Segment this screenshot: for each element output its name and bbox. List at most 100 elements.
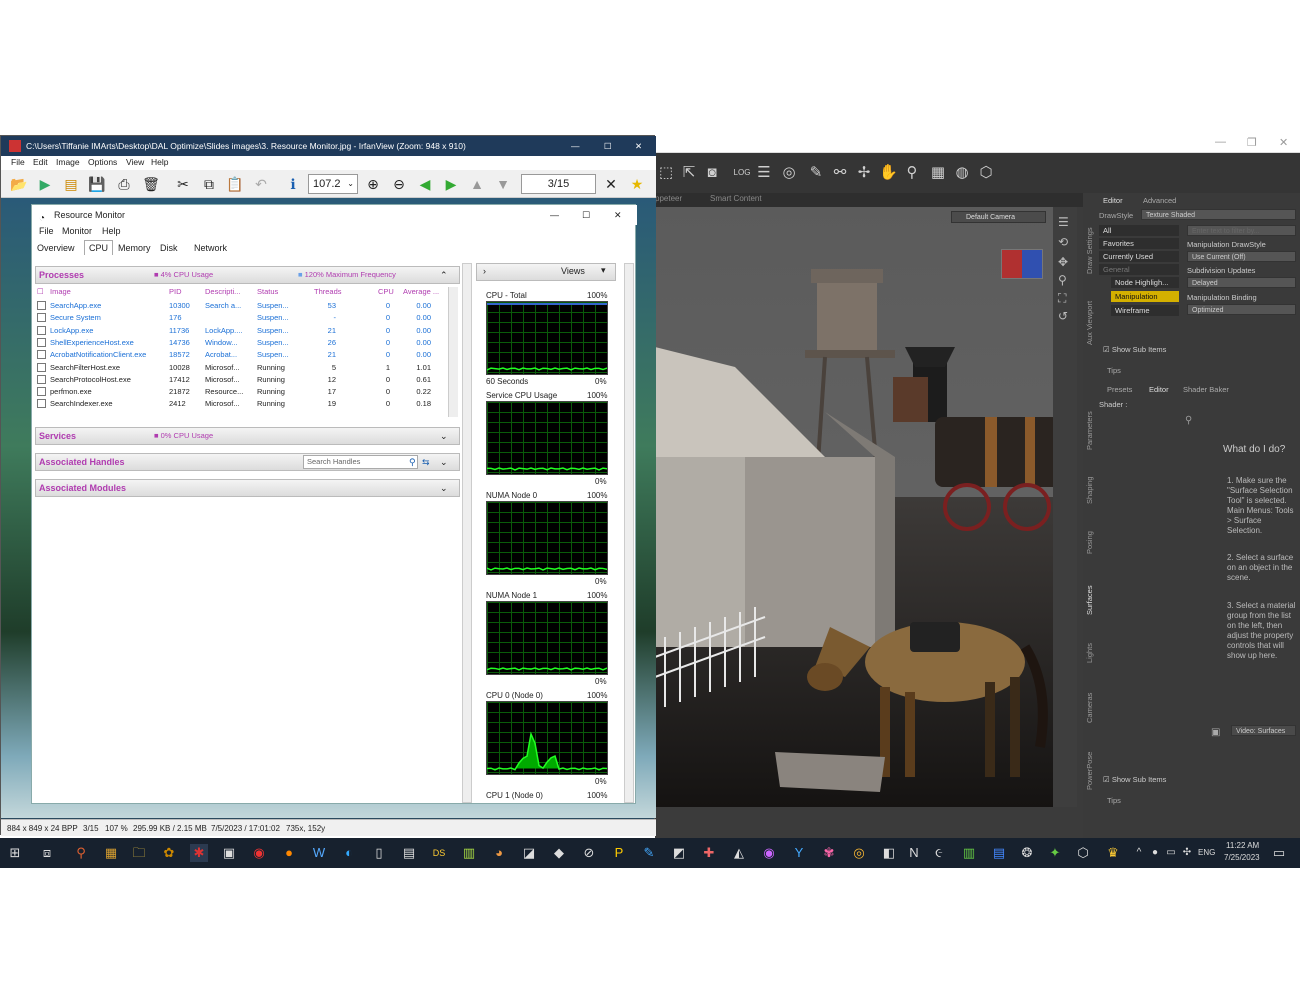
view-cube[interactable]	[1001, 249, 1043, 279]
menu-help[interactable]: Help	[151, 157, 168, 167]
views-button[interactable]: Views	[561, 266, 585, 276]
table-row[interactable]: SearchApp.exe 10300 Search a... Suspen... 53…	[32, 301, 452, 313]
list-item-general[interactable]: General	[1099, 264, 1179, 276]
close-icon[interactable]: ✕	[614, 205, 622, 225]
tab-disk[interactable]: Disk	[160, 243, 178, 253]
refresh-icon[interactable]: ⇆	[422, 454, 430, 470]
table-row[interactable]: LockApp.exe 11736 LockApp.... Suspen... 21 0 0…	[32, 325, 452, 338]
table-row[interactable]: AcrobatNotificationClient.exe 18572 Acroba…	[32, 350, 452, 362]
services-header[interactable]: Services ■ 0% CPU Usage ⌄	[35, 427, 460, 445]
menu-help[interactable]: Help	[102, 226, 121, 236]
list-item-wireframe[interactable]: Wireframe	[1111, 305, 1179, 317]
main-scrollbar[interactable]	[462, 263, 472, 803]
clock-time[interactable]: 11:22 AM	[1226, 841, 1259, 850]
tab-shader-baker[interactable]: Shader Baker	[1183, 385, 1229, 394]
app-icon[interactable]: P	[610, 844, 628, 862]
handles-header[interactable]: Associated Handles Search Handles ⚲ ⇆ ⌄	[35, 453, 460, 471]
app-icon[interactable]: ▥	[960, 844, 978, 862]
show-sub-items-checkbox-2[interactable]: ☑ Show Sub Items	[1103, 775, 1166, 784]
camera-select[interactable]: Default Camera	[951, 211, 1046, 223]
modules-header[interactable]: Associated Modules ⌄	[35, 479, 460, 497]
minimize-icon[interactable]: —	[571, 136, 580, 156]
app-icon[interactable]: ▥	[460, 844, 478, 862]
column-checkbox-header[interactable]: ☐	[37, 287, 44, 296]
search-icon[interactable]: ⚲	[409, 454, 416, 470]
tab-puppeteer[interactable]: ppeteer	[655, 194, 682, 203]
render-icon[interactable]: ⬡	[977, 163, 995, 183]
tab-smart-content[interactable]: Smart Content	[710, 194, 762, 203]
app-icon[interactable]: ✦	[1046, 844, 1064, 862]
app-icon[interactable]: ✚	[700, 844, 718, 862]
sphere-tool-icon[interactable]: ◍	[953, 163, 971, 183]
menu-monitor[interactable]: Monitor	[62, 226, 92, 236]
menu-file[interactable]: File	[11, 157, 25, 167]
column-pid[interactable]: PID	[169, 287, 182, 296]
collapse-graphs-icon[interactable]: ›	[483, 266, 486, 276]
column-image[interactable]: Image	[50, 287, 71, 296]
table-row[interactable]: SearchProtocolHost.exe 17412 Microsof... Ru…	[32, 374, 452, 387]
table-row[interactable]: SearchIndexer.exe 2412 Microsof... Running 1…	[32, 399, 452, 411]
processes-header[interactable]: Processes ■ 4% CPU Usage ■ 120% Maximum …	[35, 266, 460, 284]
collapse-icon[interactable]: ⌃	[440, 267, 448, 283]
irfanview-taskbar-icon[interactable]: ✱	[190, 844, 208, 862]
app-icon[interactable]: Y	[790, 844, 808, 862]
slideshow-icon[interactable]: ▶	[35, 175, 55, 193]
up-icon[interactable]: ▲	[467, 175, 487, 193]
expand-icon[interactable]: ⌄	[440, 454, 448, 470]
document-icon[interactable]: ▯	[370, 844, 388, 862]
minimize-icon[interactable]: —	[1215, 136, 1226, 148]
pose-tool-icon[interactable]: ✢	[855, 163, 873, 183]
show-sub-items-checkbox[interactable]: ☑ Show Sub Items	[1103, 345, 1166, 354]
tab-surfaces[interactable]: Surfaces	[1085, 578, 1098, 623]
camera-icon[interactable]: ◙	[703, 163, 721, 183]
firefox-icon[interactable]: ●	[280, 844, 298, 862]
orbit-icon[interactable]: ⟲	[1058, 235, 1068, 249]
zoom-out-icon[interactable]: ⊖	[389, 175, 409, 193]
list-item-favorites[interactable]: Favorites	[1099, 238, 1179, 250]
next-icon[interactable]: ▶	[441, 175, 461, 193]
thumbnails-icon[interactable]: ▤	[61, 175, 81, 193]
chevron-down-icon[interactable]: ▾	[601, 265, 606, 276]
minimize-icon[interactable]: —	[550, 205, 559, 225]
table-row[interactable]: Secure System 176 Suspen... - 0 0.00	[32, 313, 452, 325]
restore-icon[interactable]: ❐	[1247, 136, 1257, 149]
tab-memory[interactable]: Memory	[118, 243, 151, 253]
clock-date[interactable]: 7/25/2023	[1224, 853, 1260, 862]
column-threads[interactable]: Threads	[314, 287, 342, 296]
tab-presets[interactable]: Presets	[1107, 385, 1132, 394]
row-checkbox[interactable]	[37, 313, 46, 323]
paste-icon[interactable]: 📋	[225, 175, 245, 193]
tools-icon[interactable]: ✕	[601, 175, 621, 193]
grid-tool-icon[interactable]: ▦	[929, 163, 947, 183]
list-item-all[interactable]: All	[1099, 225, 1179, 237]
copy-icon[interactable]: ⧉	[199, 175, 219, 193]
start-icon[interactable]: ⊞	[6, 844, 24, 862]
app-icon[interactable]: ❂	[1018, 844, 1036, 862]
drawstyle-select[interactable]: Texture Shaded	[1141, 209, 1296, 220]
select-tool-icon[interactable]: ⇱	[680, 163, 698, 183]
cut-icon[interactable]: ✂	[173, 175, 193, 193]
app-icon[interactable]: ✎	[640, 844, 658, 862]
tab-network[interactable]: Network	[194, 243, 227, 253]
align-icon[interactable]: ☰	[755, 163, 773, 183]
viewport[interactable]	[655, 207, 1077, 807]
tab-lights[interactable]: Lights	[1085, 633, 1098, 673]
prop-select-binding[interactable]: Optimized	[1187, 304, 1296, 315]
pan-icon[interactable]: ✥	[1058, 255, 1068, 269]
row-checkbox[interactable]	[37, 337, 46, 347]
tab-advanced[interactable]: Advanced	[1143, 196, 1176, 205]
save-icon[interactable]: 💾	[87, 175, 107, 193]
universal-tool-icon[interactable]: ◎	[780, 163, 798, 183]
figure-tool-icon[interactable]: ⚲	[903, 163, 921, 183]
tab-editor-top[interactable]: Editor	[1103, 196, 1123, 205]
app-icon[interactable]: ▤	[990, 844, 1008, 862]
app-icon[interactable]: ⊘	[580, 844, 598, 862]
tab-shaping[interactable]: Shaping	[1085, 468, 1098, 513]
graph-scrollbar[interactable]	[624, 263, 634, 803]
app-icon[interactable]: ૯	[930, 844, 948, 862]
process-scrollbar[interactable]	[448, 287, 458, 417]
row-checkbox[interactable]	[37, 399, 46, 409]
media-icon[interactable]: ▣	[220, 844, 238, 862]
favorite-star-icon[interactable]: ★	[627, 175, 647, 193]
zoom-in-icon[interactable]: ⊕	[363, 175, 383, 193]
